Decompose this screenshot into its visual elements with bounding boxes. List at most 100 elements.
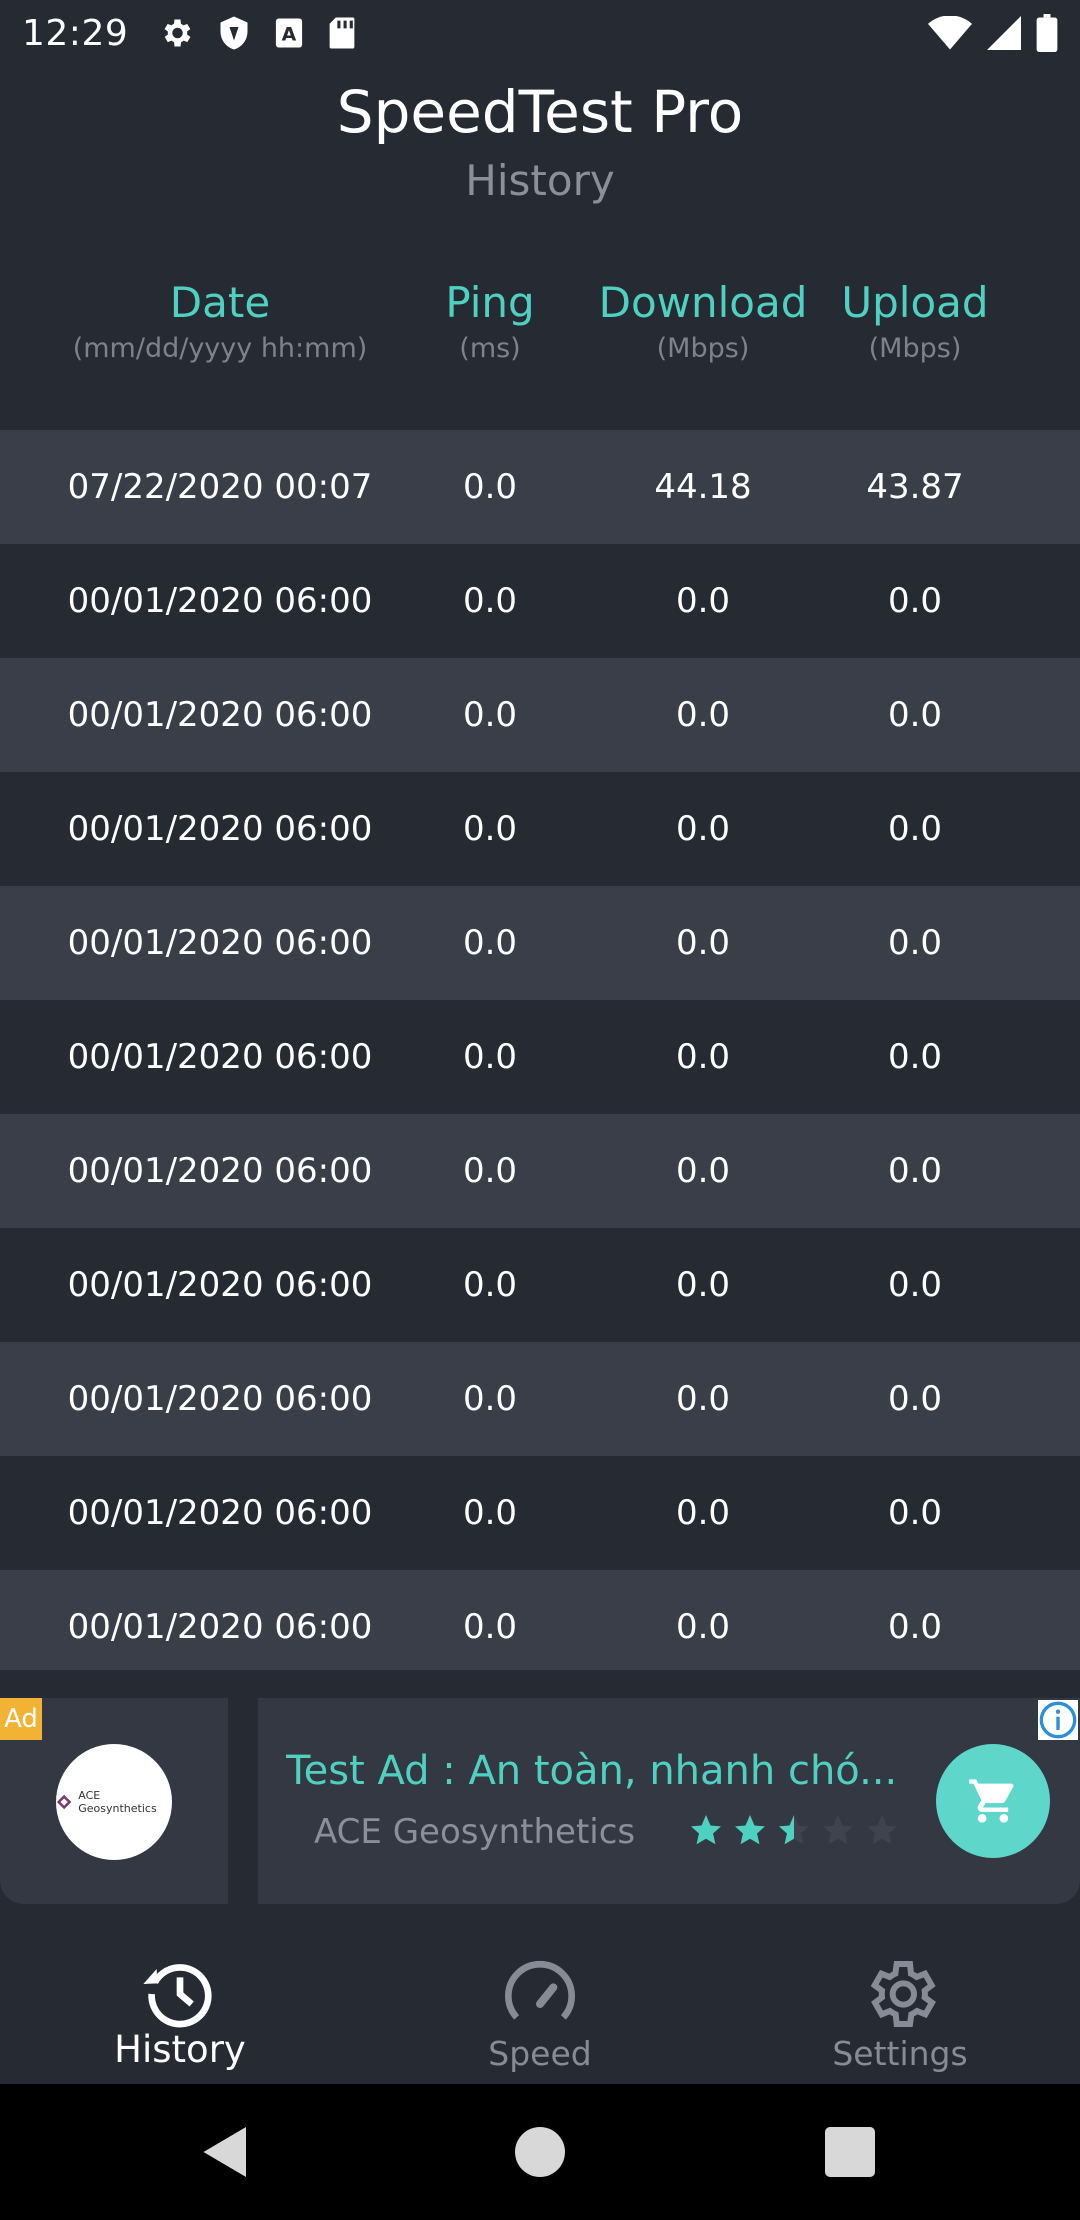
ad-cta-button[interactable] <box>936 1744 1050 1858</box>
column-unit: (Mbps) <box>656 333 750 364</box>
row-ping: 0.0 <box>462 581 518 621</box>
ad-badge: Ad <box>0 1698 42 1740</box>
row-upload: 0.0 <box>887 1151 943 1191</box>
row-upload: 0.0 <box>887 1265 943 1305</box>
row-ping: 0.0 <box>462 695 518 735</box>
ad-headline[interactable]: Test Ad : An toàn, nhanh chó... <box>286 1748 906 1794</box>
row-ping: 0.0 <box>462 1037 518 1077</box>
row-ping: 0.0 <box>462 1379 518 1419</box>
wifi-icon <box>928 16 972 50</box>
row-ping: 0.0 <box>462 1493 518 1533</box>
ad-banner[interactable]: Ad ACE Geosynthetics Test Ad : An toàn, … <box>0 1698 1080 1904</box>
shield-icon <box>218 15 250 51</box>
row-ping: 0.0 <box>462 809 518 849</box>
row-upload: 0.0 <box>887 809 943 849</box>
history-row[interactable]: 00/01/2020 06:00 0.0 0.0 0.0 <box>0 658 1080 772</box>
nav-item-history[interactable]: History <box>0 1904 360 2084</box>
star-full-icon <box>691 1815 721 1845</box>
system-navigation-bar <box>0 2084 1080 2220</box>
advertiser-logo-text: ACE Geosynthetics <box>78 1789 157 1815</box>
row-upload: 0.0 <box>887 923 943 963</box>
row-date: 00/01/2020 06:00 <box>67 1151 373 1191</box>
row-date: 00/01/2020 06:00 <box>67 695 373 735</box>
ad-rating <box>688 1812 900 1848</box>
row-ping: 0.0 <box>462 1151 518 1191</box>
column-header-date: Date (mm/dd/yyyy hh:mm) <box>40 278 400 364</box>
nav-label: Settings <box>832 2034 968 2073</box>
column-label: Download <box>598 278 808 327</box>
info-icon[interactable] <box>1038 1700 1078 1740</box>
recents-icon[interactable] <box>820 2122 880 2182</box>
row-download: 0.0 <box>675 1265 731 1305</box>
row-download: 0.0 <box>675 1037 731 1077</box>
history-icon <box>143 1964 212 2028</box>
history-row[interactable]: 00/01/2020 06:00 0.0 0.0 0.0 <box>0 1228 1080 1342</box>
home-icon[interactable] <box>510 2122 570 2182</box>
history-row[interactable]: 00/01/2020 06:00 0.0 0.0 0.0 <box>0 1570 1080 1670</box>
row-upload: 0.0 <box>887 695 943 735</box>
advertiser-logo[interactable]: ACE Geosynthetics <box>56 1744 172 1860</box>
column-unit: (mm/dd/yyyy hh:mm) <box>72 333 368 364</box>
ace-logo-icon <box>56 1794 72 1810</box>
row-date: 00/01/2020 06:00 <box>67 923 373 963</box>
history-list[interactable]: 07/22/2020 00:07 0.0 44.18 43.87 00/01/2… <box>0 430 1080 1670</box>
signal-icon <box>986 16 1022 50</box>
nav-item-speed[interactable]: Speed <box>360 1904 720 2084</box>
row-date: 00/01/2020 06:00 <box>67 1493 373 1533</box>
bottom-navigation: History Speed Settings <box>0 1904 1080 2084</box>
status-icons-right <box>928 14 1058 52</box>
row-upload: 0.0 <box>887 1037 943 1077</box>
ad-content-panel[interactable]: Test Ad : An toàn, nhanh chó... ACE Geos… <box>258 1698 1080 1904</box>
row-download: 0.0 <box>675 1379 731 1419</box>
column-unit: (ms) <box>459 333 521 364</box>
row-download: 0.0 <box>675 1151 731 1191</box>
battery-icon <box>1036 14 1058 52</box>
column-label: Ping <box>445 278 535 327</box>
row-date: 00/01/2020 06:00 <box>67 1265 373 1305</box>
column-label: Upload <box>841 278 989 327</box>
row-ping: 0.0 <box>462 1607 518 1647</box>
star-half-icon <box>779 1815 809 1845</box>
row-date: 00/01/2020 06:00 <box>67 581 373 621</box>
column-header-upload: Upload (Mbps) <box>830 278 1000 364</box>
svg-text:A: A <box>282 23 297 45</box>
row-download: 0.0 <box>675 695 731 735</box>
star-empty-icon <box>823 1815 853 1845</box>
history-row[interactable]: 00/01/2020 06:00 0.0 0.0 0.0 <box>0 544 1080 658</box>
ad-logo-panel[interactable]: Ad ACE Geosynthetics <box>0 1698 228 1904</box>
history-row[interactable]: 00/01/2020 06:00 0.0 0.0 0.0 <box>0 886 1080 1000</box>
row-date: 07/22/2020 00:07 <box>67 467 373 507</box>
row-download: 0.0 <box>675 923 731 963</box>
nav-label: Speed <box>488 2034 592 2073</box>
status-icons-left: A <box>158 15 356 51</box>
table-header: Date (mm/dd/yyyy hh:mm) Ping (ms) Downlo… <box>0 278 1080 388</box>
history-row[interactable]: 00/01/2020 06:00 0.0 0.0 0.0 <box>0 1342 1080 1456</box>
status-time: 12:29 <box>22 12 129 54</box>
status-bar: 12:29 A <box>0 0 1080 66</box>
history-row[interactable]: 00/01/2020 06:00 0.0 0.0 0.0 <box>0 1000 1080 1114</box>
app-title: SpeedTest Pro <box>336 78 744 146</box>
sd-card-icon <box>328 16 356 50</box>
history-row[interactable]: 00/01/2020 06:00 0.0 0.0 0.0 <box>0 1456 1080 1570</box>
row-date: 00/01/2020 06:00 <box>67 1037 373 1077</box>
row-date: 00/01/2020 06:00 <box>67 1607 373 1647</box>
row-download: 0.0 <box>675 581 731 621</box>
column-unit: (Mbps) <box>868 333 962 364</box>
row-upload: 0.0 <box>887 581 943 621</box>
history-row[interactable]: 07/22/2020 00:07 0.0 44.18 43.87 <box>0 430 1080 544</box>
row-download: 0.0 <box>675 1493 731 1533</box>
speedometer-icon <box>505 1960 575 2020</box>
column-label: Date <box>169 278 271 327</box>
row-upload: 0.0 <box>887 1493 943 1533</box>
column-header-ping: Ping (ms) <box>420 278 560 364</box>
row-upload: 0.0 <box>887 1607 943 1647</box>
nav-item-settings[interactable]: Settings <box>720 1904 1080 2084</box>
history-row[interactable]: 00/01/2020 06:00 0.0 0.0 0.0 <box>0 1114 1080 1228</box>
row-date: 00/01/2020 06:00 <box>67 809 373 849</box>
page-subtitle: History <box>465 156 615 205</box>
gear-icon <box>870 1961 936 2027</box>
column-header-download: Download (Mbps) <box>590 278 816 364</box>
row-download: 44.18 <box>654 467 752 507</box>
history-row[interactable]: 00/01/2020 06:00 0.0 0.0 0.0 <box>0 772 1080 886</box>
back-icon[interactable] <box>196 2122 256 2182</box>
